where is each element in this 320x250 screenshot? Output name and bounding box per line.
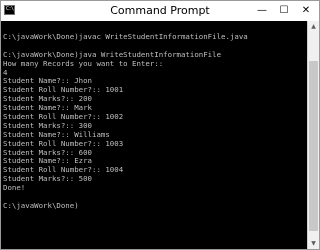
console-lines: C:\javaWork\Done)javac WriteStudentInfor… — [3, 32, 248, 211]
vertical-scrollbar[interactable]: ▲ ▼ — [307, 21, 319, 249]
command-prompt-window: C:\ Command Prompt — ☐ ✕ C:\javaWork\Don… — [0, 0, 320, 250]
maximize-button[interactable]: ☐ — [273, 1, 295, 21]
console-line: Student Marks?:: 500 — [3, 174, 92, 184]
console-line: C:\javaWork\Done) — [3, 200, 79, 210]
console-output[interactable]: C:\javaWork\Done)javac WriteStudentInfor… — [1, 21, 307, 249]
console-line: How many Records you want to Enter:: — [3, 58, 164, 68]
minimize-button[interactable]: — — [251, 1, 273, 21]
console-line: C:\javaWork\Done)javac WriteStudentInfor… — [3, 32, 248, 41]
scroll-thumb[interactable] — [309, 61, 318, 231]
console-line: Done! — [3, 183, 26, 193]
title-bar[interactable]: C:\ Command Prompt — ☐ ✕ — [1, 1, 319, 21]
scroll-down-icon[interactable]: ▼ — [308, 238, 319, 249]
scroll-up-icon[interactable]: ▲ — [308, 21, 319, 32]
close-button[interactable]: ✕ — [295, 1, 317, 21]
